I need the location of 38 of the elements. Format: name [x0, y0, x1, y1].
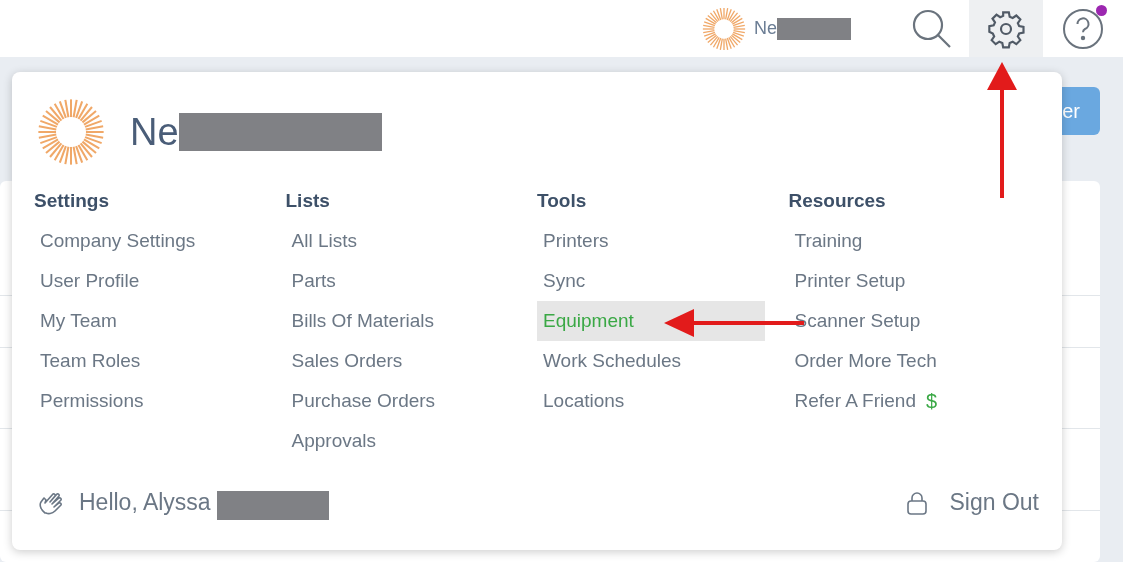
menu-item[interactable]: Training	[788, 221, 1017, 261]
logo-icon	[702, 6, 746, 51]
menu-item[interactable]: Locations	[537, 381, 765, 421]
menu-item[interactable]: User Profile	[34, 261, 262, 301]
menu-item[interactable]: All Lists	[285, 221, 514, 261]
account-name: Ne	[754, 17, 777, 40]
menu-item-label: Refer A Friend	[794, 388, 916, 413]
column-heading: Lists	[285, 188, 331, 213]
menu-item[interactable]: Company Settings	[34, 221, 262, 261]
column-heading: Settings	[34, 188, 110, 213]
menu-item[interactable]: Refer A Friend $	[788, 381, 1017, 421]
settings-icon[interactable]	[986, 8, 1026, 49]
search-icon[interactable]	[911, 7, 953, 50]
menu-item[interactable]: Parts	[285, 261, 514, 301]
column-heading: Resources	[788, 188, 887, 213]
menu-item[interactable]: Printer Setup	[788, 261, 1017, 301]
menu-item[interactable]: My Team	[34, 301, 262, 341]
menu-item[interactable]: Bills Of Materials	[285, 301, 514, 341]
menu-item[interactable]: Permissions	[34, 381, 262, 421]
account-name: Ne	[130, 109, 179, 155]
menu-item[interactable]: Work Schedules	[537, 341, 765, 381]
menu-item[interactable]: Sync	[537, 261, 765, 301]
menu-item[interactable]: Approvals	[285, 421, 514, 461]
menu-item[interactable]: Sales Orders	[285, 341, 514, 381]
menu-item[interactable]: Order More Tech	[788, 341, 1017, 381]
menu-item[interactable]: Printers	[537, 221, 765, 261]
menu-item[interactable]: Equipment	[537, 301, 765, 341]
menu-item[interactable]: Purchase Orders	[285, 381, 514, 421]
column-heading: Tools	[537, 188, 588, 213]
lock-icon	[905, 490, 928, 515]
help-icon[interactable]	[1062, 7, 1104, 50]
menu-item[interactable]: Scanner Setup	[788, 301, 1017, 341]
logo-icon	[37, 98, 105, 166]
settings-button[interactable]	[969, 0, 1043, 57]
greeting-text: Hello, Alyssa	[79, 488, 211, 518]
menu-item[interactable]: Team Roles	[34, 341, 262, 381]
sign-out-link[interactable]: Sign Out	[905, 485, 1039, 520]
dollar-icon: $	[925, 386, 938, 416]
